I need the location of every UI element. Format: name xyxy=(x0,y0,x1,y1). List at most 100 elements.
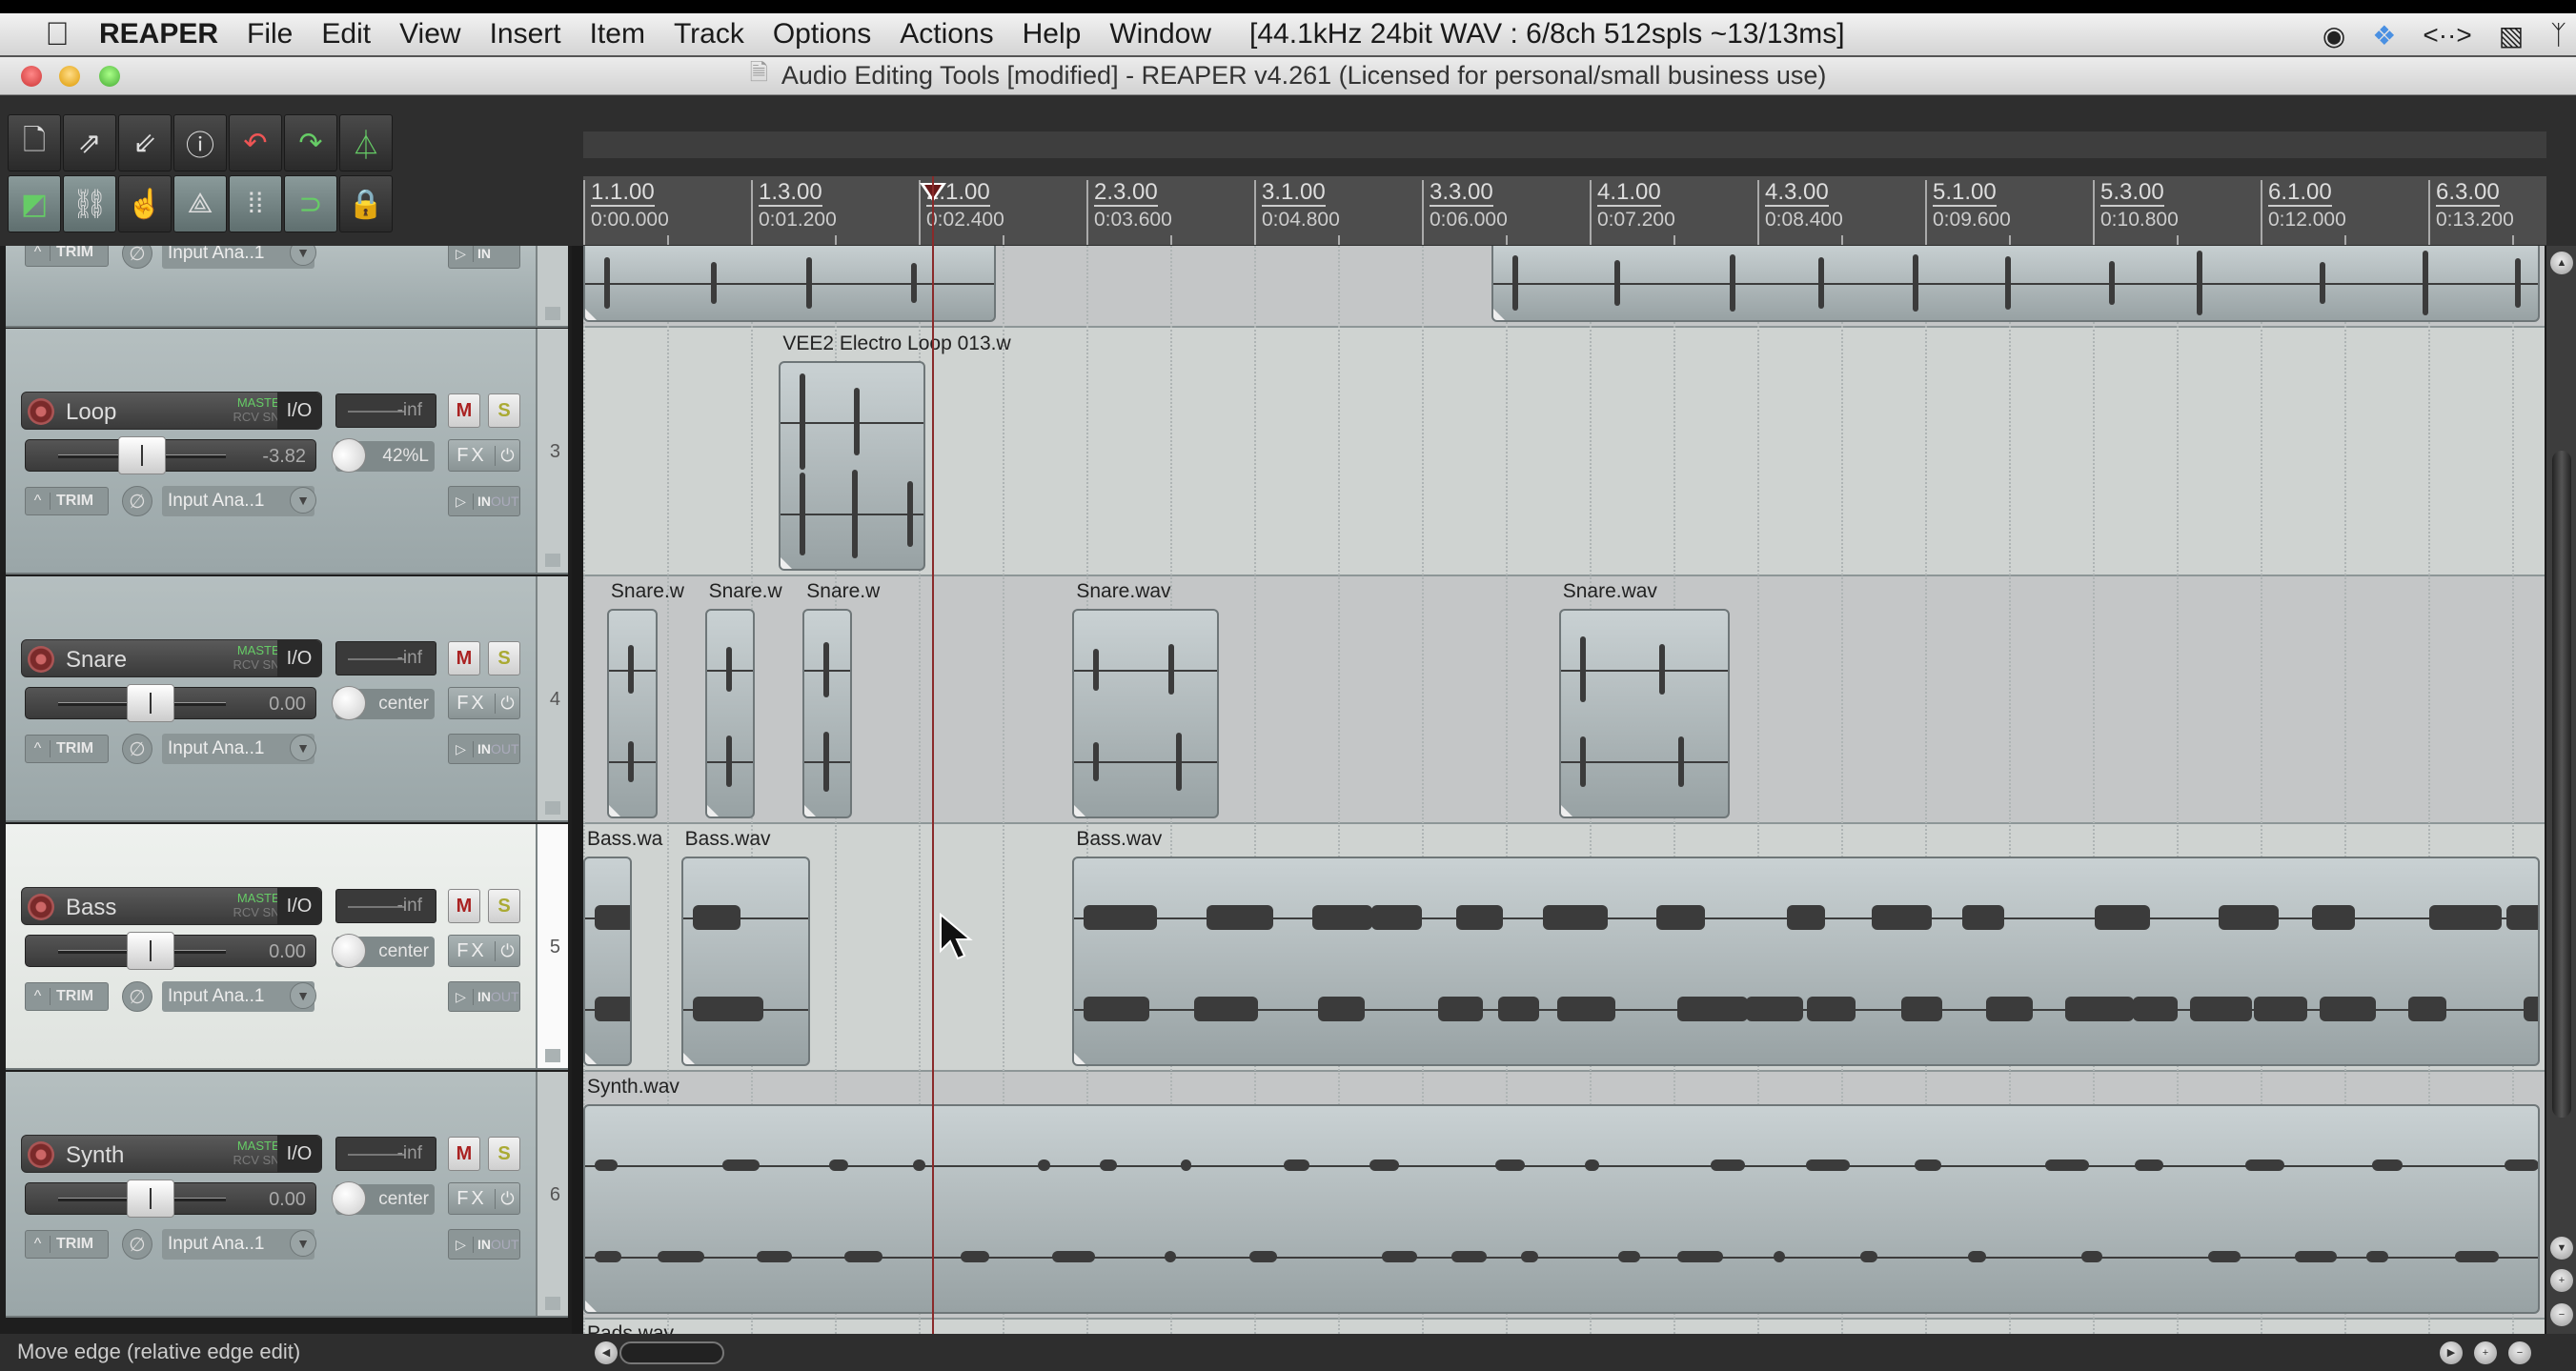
track-name-bar[interactable]: Snare MASTER RCV SND I/O xyxy=(21,639,322,677)
record-arm-button[interactable] xyxy=(28,1141,54,1168)
mute-button[interactable]: M xyxy=(448,889,480,923)
volume-fader[interactable]: -3.82 xyxy=(25,436,316,474)
fader-knob[interactable] xyxy=(126,684,174,722)
fx-bypass-icon[interactable]: ⏻ xyxy=(495,693,519,714)
metronome-button[interactable]: ⏃ xyxy=(339,114,393,171)
minimize-window-button[interactable] xyxy=(59,66,80,87)
dropbox-icon[interactable]: ❖ xyxy=(2372,20,2396,51)
track-lane-pads[interactable] xyxy=(583,1320,2545,1334)
media-item-top[interactable] xyxy=(583,246,996,322)
media-item-snare[interactable] xyxy=(1558,609,1730,818)
mute-button[interactable]: M xyxy=(448,641,480,675)
volume-fader[interactable]: 0.00 xyxy=(25,1179,316,1218)
fx-button[interactable]: FX ⏻ xyxy=(448,935,520,967)
media-item-bass[interactable] xyxy=(680,857,810,1066)
pan-control[interactable]: 42%L xyxy=(324,431,435,480)
io-button[interactable]: I/O xyxy=(277,393,321,429)
solo-button[interactable]: S xyxy=(488,1137,520,1171)
menu-track[interactable]: Track xyxy=(674,18,744,50)
fade-handle[interactable] xyxy=(682,1053,695,1064)
pan-knob[interactable] xyxy=(332,1181,366,1216)
pan-knob[interactable] xyxy=(332,686,366,720)
auto-crossfade-button[interactable]: ◩ xyxy=(8,175,61,232)
record-arm-button[interactable] xyxy=(28,398,54,425)
fade-handle[interactable] xyxy=(585,1053,597,1064)
pan-knob[interactable] xyxy=(324,431,374,480)
undo-button[interactable]: ↶ xyxy=(229,114,282,171)
scroll-left-button[interactable]: ◀ xyxy=(595,1341,618,1364)
fade-handle[interactable] xyxy=(706,805,719,817)
fx-button[interactable]: FX ⏻ xyxy=(448,1182,520,1215)
project-info-button[interactable]: ⓘ xyxy=(173,114,227,171)
item-grouping-button[interactable]: ☝ xyxy=(118,175,172,232)
media-item-bass[interactable] xyxy=(583,857,633,1066)
fade-handle[interactable] xyxy=(1074,1053,1086,1064)
record-arm-button[interactable] xyxy=(28,894,54,920)
input-selector[interactable]: Input Ana..1 ▼ xyxy=(162,1229,316,1260)
ripple-edit-button[interactable]: ⛓ xyxy=(63,175,116,232)
volume-fader[interactable]: 0.00 xyxy=(25,932,316,970)
input-selector[interactable]: Input Ana..1 ▼ xyxy=(162,246,316,269)
fx-button[interactable]: FX ⏻ xyxy=(448,439,520,472)
horizontal-scrollbar[interactable]: ◀ ▶ + − xyxy=(572,1334,2576,1371)
fade-handle[interactable] xyxy=(585,1300,597,1312)
snap-button[interactable]: ⊃ xyxy=(284,175,337,232)
zoom-in-vertical-button[interactable]: + xyxy=(2550,1269,2573,1292)
io-button[interactable]: I/O xyxy=(277,1136,321,1172)
solo-button[interactable]: S xyxy=(488,889,520,923)
fade-handle[interactable] xyxy=(1074,805,1086,817)
region-marker-lane[interactable] xyxy=(583,131,2546,158)
fade-handle[interactable] xyxy=(608,805,620,817)
save-project-button[interactable]: ⇙ xyxy=(118,114,172,171)
input-monitor-button[interactable]: ▷ IN OUT xyxy=(448,734,520,764)
track-panel-bass[interactable]: Bass MASTER RCV SND I/O -inf M S 0.00 cen… xyxy=(6,824,568,1070)
menu-insert[interactable]: Insert xyxy=(490,18,561,50)
track-name[interactable]: Synth xyxy=(66,1142,124,1169)
zoom-out-vertical-button[interactable]: − xyxy=(2550,1303,2573,1326)
menu-app-reaper[interactable]: REAPER xyxy=(99,18,218,50)
media-item-snare[interactable] xyxy=(606,609,658,818)
volume-fader[interactable]: 0.00 xyxy=(25,684,316,722)
pan-control[interactable]: center xyxy=(332,1181,435,1216)
pan-knob[interactable] xyxy=(332,934,366,968)
io-button[interactable]: I/O xyxy=(277,888,321,924)
vertical-scrollbar[interactable]: ▲ ▼ + − xyxy=(2546,246,2576,1334)
io-button[interactable]: I/O xyxy=(277,640,321,676)
vertical-scroll-thumb[interactable] xyxy=(2552,451,2571,1118)
scroll-up-button[interactable]: ▲ xyxy=(2550,252,2573,274)
menu-actions[interactable]: Actions xyxy=(900,18,993,50)
fade-handle[interactable] xyxy=(585,309,597,320)
arrange-view[interactable]: VEE2 Electro Loop 013.w Snare.w Snare.w Sna… xyxy=(583,246,2545,1334)
menu-item[interactable]: Item xyxy=(590,18,645,50)
fader-knob[interactable] xyxy=(118,436,166,474)
menu-edit[interactable]: Edit xyxy=(321,18,371,50)
locking-button[interactable]: 🔒 xyxy=(339,175,393,232)
media-item-snare[interactable] xyxy=(1072,609,1220,818)
fader-knob[interactable] xyxy=(126,932,174,970)
trim-button[interactable]: ^ TRIM xyxy=(25,1230,109,1259)
input-selector[interactable]: Input Ana..1 ▼ xyxy=(162,486,316,516)
trim-button[interactable]: ^ TRIM xyxy=(25,982,109,1011)
phase-invert-button[interactable]: ∅ xyxy=(122,981,152,1012)
track-name[interactable]: Loop xyxy=(66,399,116,426)
zoom-out-horizontal-button[interactable]: − xyxy=(2508,1341,2531,1364)
phase-invert-button[interactable]: ∅ xyxy=(122,246,152,269)
media-item-top[interactable] xyxy=(1491,246,2541,322)
input-monitor-button[interactable]: ▷ IN OUT xyxy=(448,1229,520,1260)
track-name-bar[interactable]: Loop MASTER RCV SND I/O xyxy=(21,392,322,430)
record-arm-button[interactable] xyxy=(28,646,54,673)
input-monitor-button[interactable]: ▷ IN xyxy=(448,246,520,269)
pan-control[interactable]: center xyxy=(332,686,435,720)
close-window-button[interactable] xyxy=(21,66,42,87)
mute-button[interactable]: M xyxy=(448,393,480,428)
phase-invert-button[interactable]: ∅ xyxy=(122,486,152,516)
fade-handle[interactable] xyxy=(1560,805,1572,817)
scroll-right-button[interactable]: ▶ xyxy=(2440,1341,2463,1364)
zoom-in-horizontal-button[interactable]: + xyxy=(2474,1341,2497,1364)
grid-button[interactable]: ⁞⁞ xyxy=(229,175,282,232)
redo-button[interactable]: ↷ xyxy=(284,114,337,171)
menu-help[interactable]: Help xyxy=(1023,18,1082,50)
media-item-loop[interactable] xyxy=(779,361,926,571)
media-item-snare[interactable] xyxy=(704,609,756,818)
fade-handle[interactable] xyxy=(781,557,793,569)
